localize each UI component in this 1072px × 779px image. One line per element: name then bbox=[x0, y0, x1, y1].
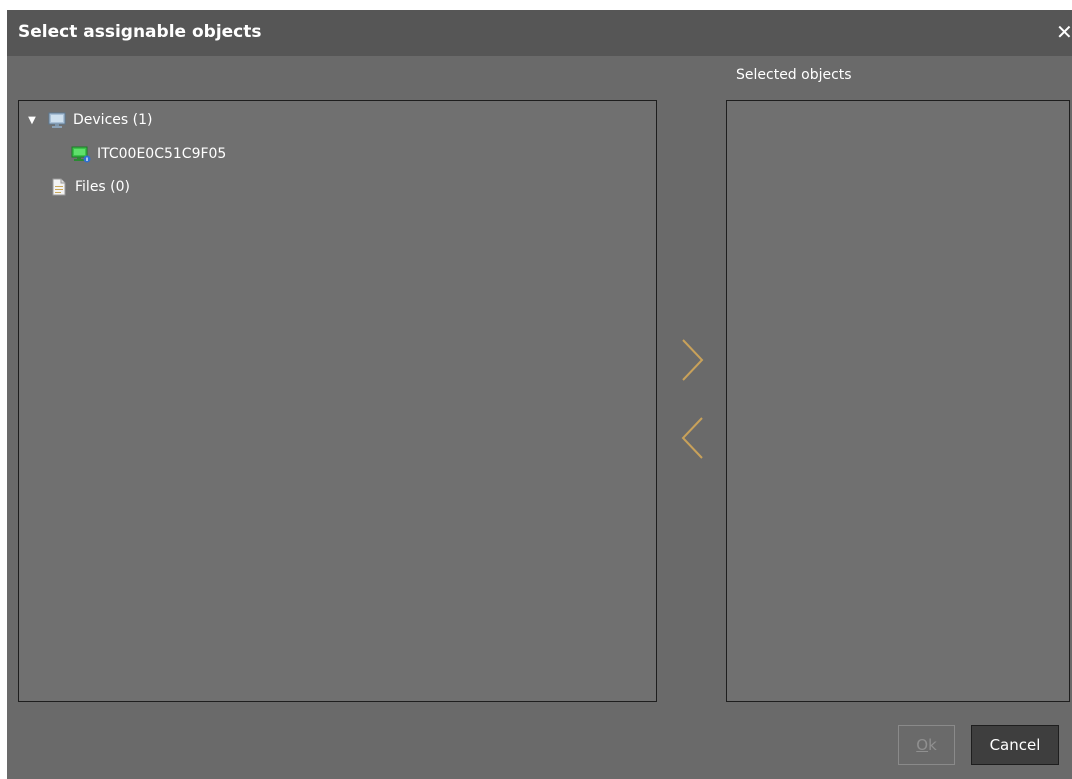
ok-button-mnemonic: O bbox=[916, 736, 929, 754]
file-icon bbox=[49, 177, 69, 197]
chevron-left-icon[interactable] bbox=[678, 415, 708, 465]
green-monitor-icon bbox=[71, 144, 91, 164]
ok-button-label: k bbox=[928, 736, 937, 754]
monitor-icon bbox=[47, 110, 67, 130]
tree-node-device[interactable]: ITC00E0C51C9F05 bbox=[71, 143, 226, 165]
tree-node-devices[interactable]: ▼ Devices (1) bbox=[25, 109, 152, 131]
select-assignable-objects-dialog: Select assignable objects ✕ ▼ Devices (1… bbox=[7, 10, 1072, 779]
expand-triangle-icon[interactable]: ▼ bbox=[25, 115, 39, 126]
cancel-button[interactable]: Cancel bbox=[971, 725, 1059, 765]
tree-node-device-label: ITC00E0C51C9F05 bbox=[97, 146, 227, 162]
dialog-title: Select assignable objects bbox=[18, 22, 262, 42]
tree-node-files-label: Files (0) bbox=[75, 179, 131, 195]
ok-button[interactable]: Ok bbox=[898, 725, 955, 765]
close-icon[interactable]: ✕ bbox=[1056, 21, 1072, 43]
tree-node-devices-label: Devices (1) bbox=[73, 112, 153, 128]
selected-objects-list[interactable] bbox=[726, 100, 1070, 702]
available-objects-tree[interactable]: ▼ Devices (1) ITC00E0C51C9F05 Files (0) bbox=[18, 100, 657, 702]
tree-node-files[interactable]: Files (0) bbox=[49, 176, 130, 198]
chevron-right-icon[interactable] bbox=[678, 337, 708, 387]
dialog-titlebar: Select assignable objects ✕ bbox=[7, 10, 1072, 56]
selected-objects-heading: Selected objects bbox=[736, 67, 852, 83]
